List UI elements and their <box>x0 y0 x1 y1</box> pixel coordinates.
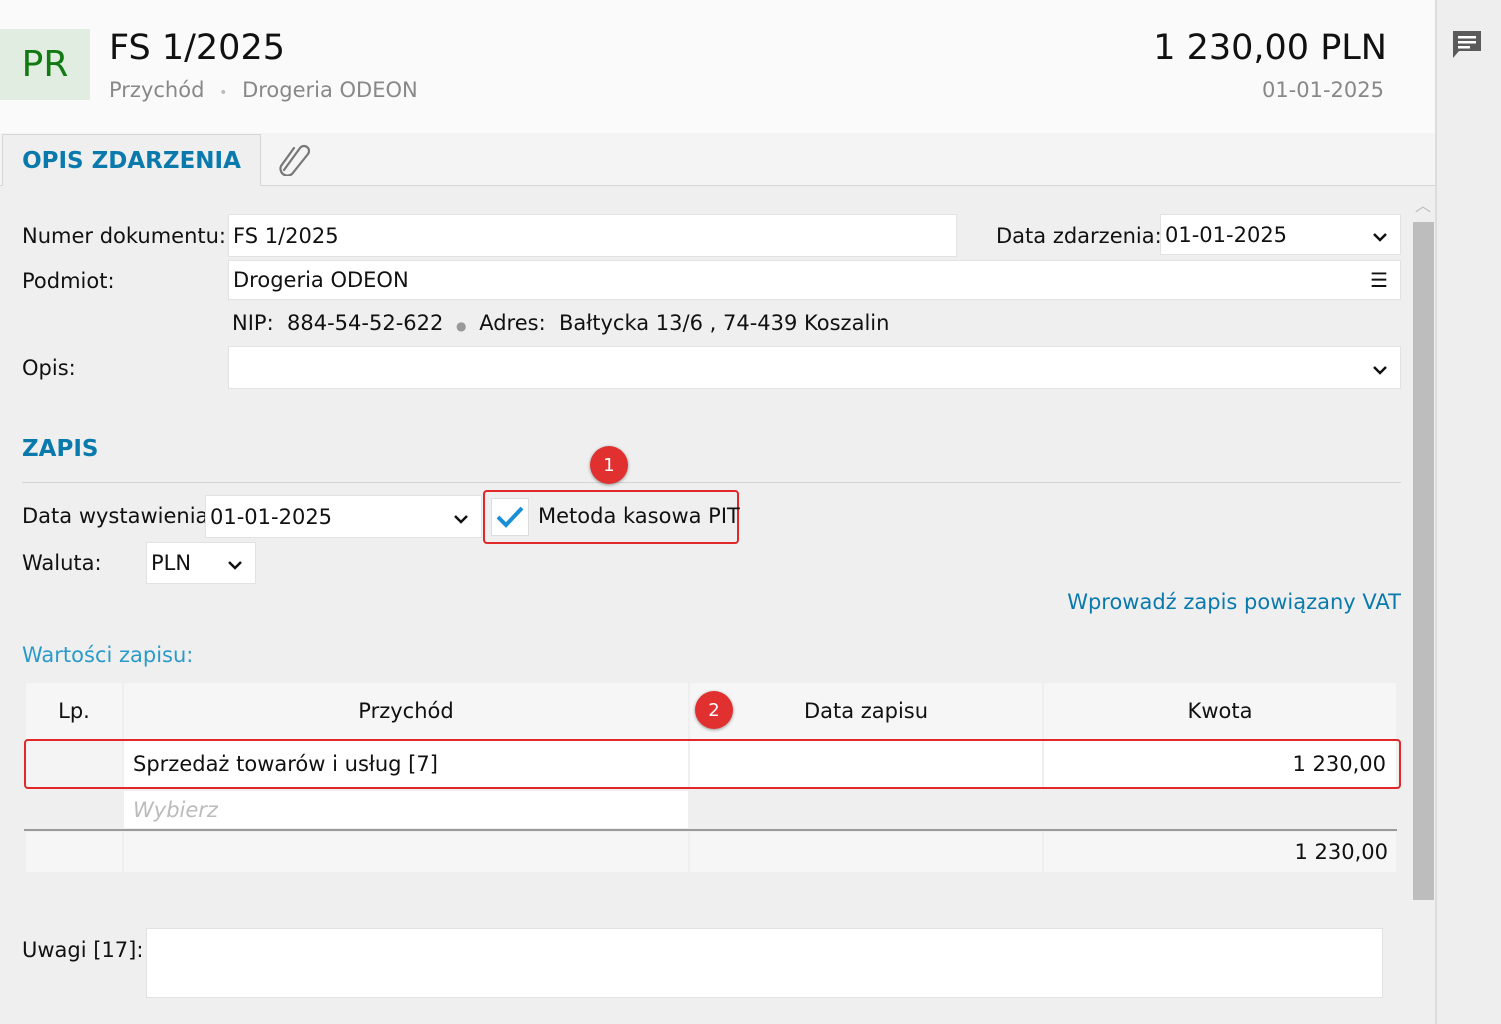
tab-opis-zdarzenia[interactable]: OPIS ZDARZENIA <box>2 134 261 186</box>
column-header-kwota: Kwota <box>1044 683 1396 739</box>
column-header-przychod: Przychód <box>124 683 688 739</box>
nip-label: NIP: <box>232 311 274 335</box>
column-header-lp: Lp. <box>26 683 122 739</box>
doc-number-input[interactable]: FS 1/2025 <box>228 214 957 257</box>
chevron-down-icon <box>1372 356 1388 380</box>
desc-select[interactable] <box>228 346 1401 389</box>
desc-label: Opis: <box>22 356 76 380</box>
address-label: Adres: <box>479 311 546 335</box>
document-amount: 1 230,00 PLN <box>1153 28 1387 68</box>
party-details: NIP: 884-54-52-622 ● Adres: Bałtycka 13/… <box>232 311 890 335</box>
separator: • <box>219 85 228 101</box>
party-label: Podmiot: <box>22 269 115 293</box>
chevron-down-icon <box>453 505 469 529</box>
address-value: Bałtycka 13/6 , 74-439 Koszalin <box>559 311 890 335</box>
document-type: Przychód <box>109 78 205 102</box>
total-cell-empty <box>124 832 688 872</box>
annotation-highlight-2 <box>24 739 1401 789</box>
cash-method-label[interactable]: Metoda kasowa PIT <box>538 504 740 528</box>
vat-link[interactable]: Wprowadź zapis powiązany VAT <box>1067 590 1401 614</box>
issue-date-value: 01-01-2025 <box>210 504 333 529</box>
scroll-up-icon[interactable]: ︿ <box>1412 192 1434 215</box>
total-amount: 1 230,00 <box>1044 832 1396 872</box>
comments-icon[interactable] <box>1450 28 1484 66</box>
doc-number-label: Numer dokumentu: <box>22 224 227 248</box>
document-type-badge: PR <box>0 29 90 100</box>
menu-list-icon[interactable]: ☰ <box>1370 268 1388 292</box>
notes-textarea[interactable] <box>146 928 1383 998</box>
chevron-down-icon <box>1372 223 1388 247</box>
right-panel <box>1435 0 1501 1024</box>
event-date-select[interactable]: 01-01-2025 <box>1160 214 1401 255</box>
chevron-down-icon <box>227 551 243 575</box>
document-party: Drogeria ODEON <box>242 78 418 102</box>
divider <box>22 482 1401 483</box>
currency-label: Waluta: <box>22 551 102 575</box>
currency-value: PLN <box>151 551 192 575</box>
new-row-select[interactable]: Wybierz <box>124 791 688 828</box>
issue-date-select[interactable]: 01-01-2025 <box>205 495 482 538</box>
column-header-data-zapisu: Data zapisu <box>690 683 1042 739</box>
event-date-label: Data zdarzenia: <box>996 224 1162 248</box>
scrollbar-thumb[interactable] <box>1413 222 1434 900</box>
annotation-marker-2: 2 <box>695 691 733 729</box>
party-value: Drogeria ODEON <box>233 268 409 292</box>
attachment-tab-paperclip-icon[interactable] <box>276 140 311 180</box>
document-subtitle: Przychód • Drogeria ODEON <box>109 78 418 102</box>
cash-method-checkbox[interactable] <box>491 498 529 536</box>
zapis-heading: ZAPIS <box>22 436 99 462</box>
nip-value: 884-54-52-622 <box>287 311 444 335</box>
notes-label: Uwagi [17]: <box>22 938 144 962</box>
total-cell-empty <box>26 832 122 872</box>
annotation-marker-1: 1 <box>590 446 628 484</box>
values-label: Wartości zapisu: <box>22 643 194 667</box>
total-divider <box>24 829 1397 831</box>
checkmark-icon <box>496 506 524 528</box>
currency-select[interactable]: PLN <box>146 542 256 584</box>
document-date: 01-01-2025 <box>1261 78 1384 102</box>
total-cell-empty <box>690 832 1042 872</box>
document-title: FS 1/2025 <box>109 28 285 68</box>
issue-date-label: Data wystawienia <box>22 504 209 528</box>
event-date-value: 01-01-2025 <box>1165 222 1288 247</box>
party-input[interactable]: Drogeria ODEON ☰ <box>228 260 1401 300</box>
